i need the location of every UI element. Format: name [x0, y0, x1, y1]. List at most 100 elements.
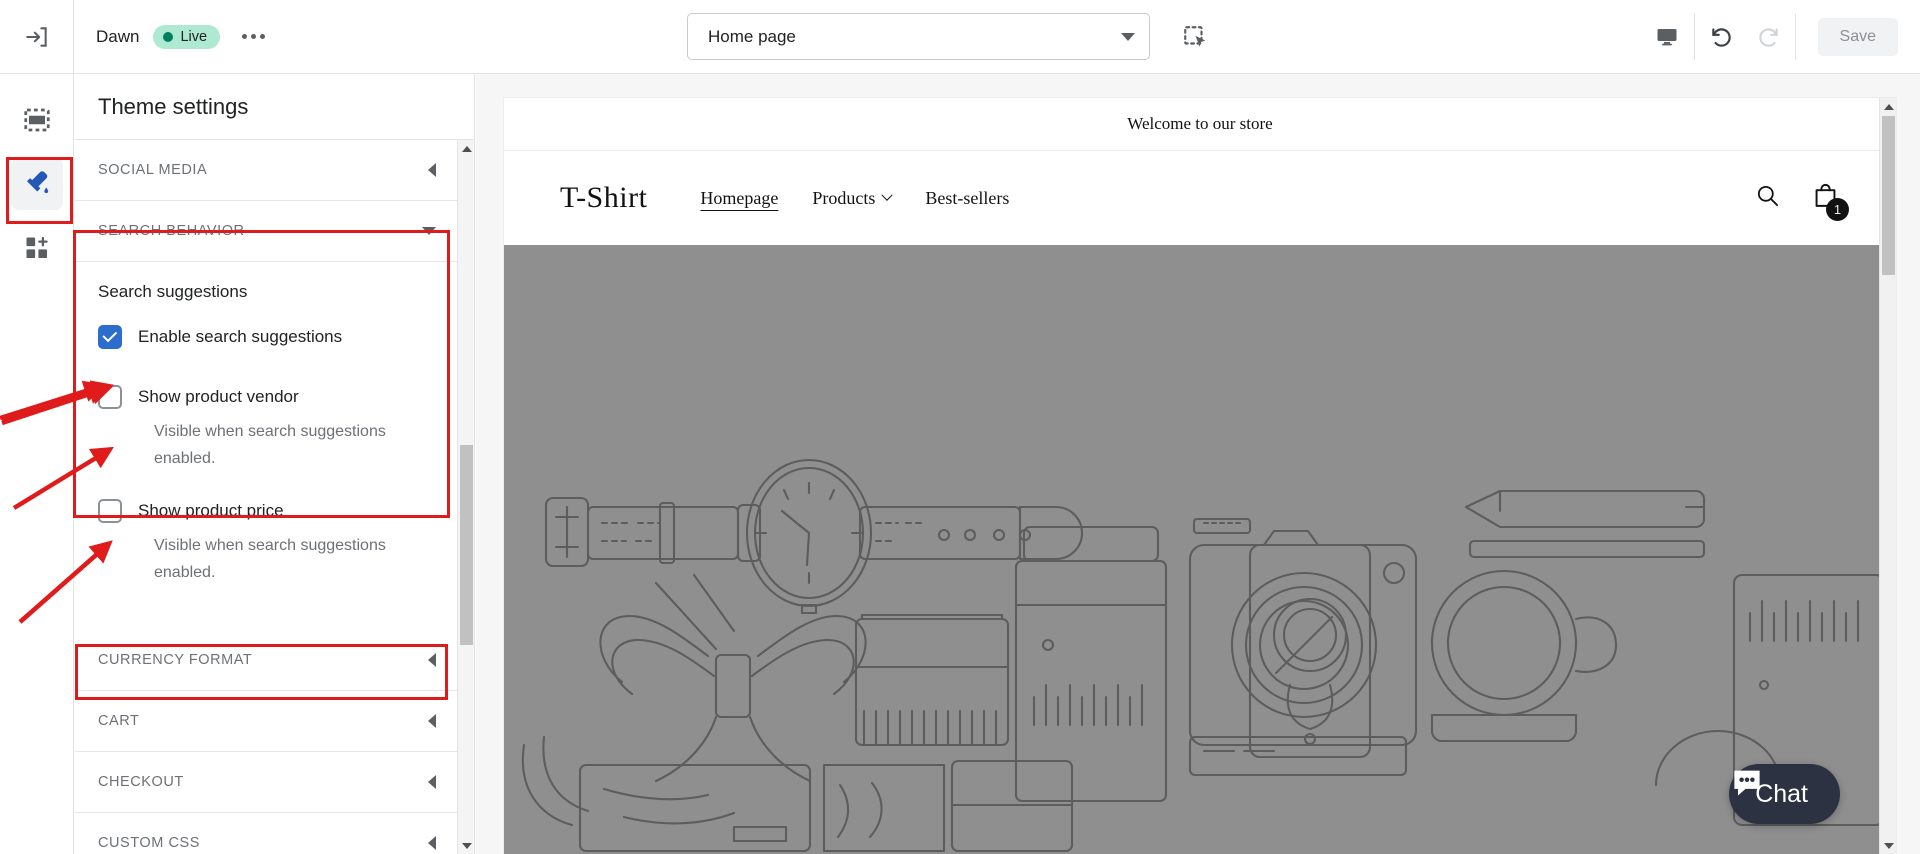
setting-help-text: Visible when search suggestions enabled. [154, 423, 386, 467]
ellipsis-icon [260, 34, 266, 39]
chat-bubble-icon [1734, 770, 1760, 796]
checkbox-label: Enable search suggestions [138, 327, 343, 346]
save-button[interactable]: Save [1817, 17, 1898, 56]
setting-show-product-vendor[interactable]: Show product vendor [98, 384, 451, 410]
top-bar: Dawn Live Home page Save [0, 0, 1920, 74]
ellipsis-icon [251, 34, 257, 39]
section-search-behavior[interactable]: SEARCH BEHAVIOR [75, 201, 474, 262]
scroll-up-arrow-icon [461, 145, 472, 152]
triangle-left-icon [428, 653, 436, 667]
divider [1693, 13, 1695, 60]
section-label: SEARCH BEHAVIOR [98, 223, 245, 239]
page-selector-value: Home page [708, 26, 796, 46]
undo-button[interactable] [1699, 14, 1745, 60]
placeholder-line-art [521, 458, 1886, 853]
checkbox-label: Show product price [138, 501, 284, 520]
preview-area: Welcome to our store T-Shirt Homepage Pr… [476, 74, 1920, 854]
theme-settings-panel: Theme settings SOCIAL MEDIA SEARCH BEHAV… [75, 74, 475, 854]
ellipsis-icon [242, 34, 248, 39]
chevron-down-icon [881, 189, 894, 201]
editor-rail [0, 74, 74, 854]
store-cart-button[interactable]: 1 [1811, 181, 1849, 221]
section-custom-css[interactable]: CUSTOM CSS [75, 813, 474, 854]
rail-item-apps[interactable] [11, 222, 63, 274]
nav-item-products[interactable]: Products [812, 187, 894, 209]
exit-editor-button[interactable] [0, 0, 74, 73]
exit-arrow-icon [25, 26, 47, 47]
apps-icon [26, 237, 48, 259]
redo-button[interactable] [1745, 14, 1791, 60]
panel-scrollbar[interactable] [457, 140, 474, 854]
theme-name: Dawn [96, 26, 140, 46]
inspect-tool-button[interactable] [1174, 16, 1216, 58]
status-label: Live [180, 28, 208, 45]
section-label: SOCIAL MEDIA [98, 162, 208, 178]
setting-help-text: Visible when search suggestions enabled. [154, 537, 386, 581]
triangle-left-icon [428, 775, 436, 789]
scroll-up-button[interactable] [1880, 98, 1896, 115]
store-header-actions: 1 [1754, 181, 1849, 221]
page-selector[interactable]: Home page [687, 13, 1150, 60]
triangle-left-icon [428, 714, 436, 728]
more-options-button[interactable] [234, 24, 273, 49]
checkbox-label: Show product vendor [138, 387, 299, 406]
scroll-up-arrow-icon [1883, 103, 1894, 110]
chevron-down-icon [1121, 32, 1135, 41]
store-nav: Homepage Products Best-sellers [700, 188, 1009, 209]
divider [1794, 13, 1796, 60]
search-icon [1757, 185, 1778, 206]
preview-scrollbar-thumb[interactable] [1882, 116, 1895, 275]
sections-icon [23, 108, 50, 132]
scroll-down-arrow-icon [461, 842, 472, 849]
rail-item-sections[interactable] [11, 94, 63, 146]
setting-show-product-price[interactable]: Show product price [98, 498, 451, 524]
nav-item-homepage[interactable]: Homepage [700, 188, 778, 209]
section-label: CUSTOM CSS [98, 835, 200, 851]
search-suggestions-heading: Search suggestions [98, 282, 248, 301]
theme-info: Dawn Live [74, 24, 273, 49]
page-selector-group: Home page [687, 13, 1216, 60]
search-behavior-content: Search suggestions Enable search suggest… [75, 262, 474, 630]
triangle-left-icon [428, 836, 436, 850]
scroll-up-button[interactable] [458, 140, 474, 157]
section-label: CART [98, 713, 140, 729]
section-social-media[interactable]: SOCIAL MEDIA [75, 140, 474, 201]
checkbox-show-product-vendor[interactable] [98, 385, 122, 409]
top-bar-actions: Save [1644, 0, 1920, 73]
triangle-left-icon [428, 163, 436, 177]
checkbox-show-product-price[interactable] [98, 499, 122, 523]
store-search-button[interactable] [1754, 182, 1781, 214]
status-badge: Live [153, 24, 221, 49]
scroll-down-button[interactable] [458, 837, 474, 854]
nav-item-best-sellers[interactable]: Best-sellers [925, 188, 1009, 209]
section-checkout[interactable]: CHECKOUT [75, 752, 474, 813]
undo-icon [1711, 27, 1731, 47]
hero-placeholder-image: Chat [504, 245, 1896, 854]
cart-count-badge: 1 [1826, 198, 1849, 221]
shopify-chat-button[interactable]: Chat [1729, 764, 1840, 824]
store-preview: Welcome to our store T-Shirt Homepage Pr… [504, 98, 1896, 854]
panel-body: SOCIAL MEDIA SEARCH BEHAVIOR Search sugg… [75, 140, 474, 854]
triangle-down-icon [422, 227, 436, 235]
checkbox-enable-search-suggestions[interactable] [98, 325, 122, 349]
section-cart[interactable]: CART [75, 691, 474, 752]
scroll-down-arrow-icon [1883, 842, 1894, 849]
rail-item-theme-settings[interactable] [10, 158, 63, 210]
status-dot-icon [163, 31, 174, 42]
panel-scrollbar-thumb[interactable] [460, 445, 473, 645]
nav-item-label: Products [812, 187, 876, 208]
desktop-icon [1657, 28, 1677, 45]
section-currency-format[interactable]: CURRENCY FORMAT [75, 630, 474, 691]
section-label: CURRENCY FORMAT [98, 652, 253, 668]
device-preview-button[interactable] [1644, 14, 1690, 60]
store-logo: T-Shirt [560, 181, 648, 214]
announcement-bar: Welcome to our store [504, 98, 1896, 151]
scroll-down-button[interactable] [1880, 837, 1896, 854]
panel-title: Theme settings [75, 74, 474, 140]
select-region-icon [1184, 25, 1206, 47]
store-header: T-Shirt Homepage Products Best-sellers 1 [504, 151, 1896, 245]
preview-scrollbar[interactable] [1879, 98, 1896, 854]
setting-enable-search-suggestions[interactable]: Enable search suggestions [98, 324, 451, 350]
redo-icon [1758, 27, 1778, 47]
section-label: CHECKOUT [98, 774, 184, 790]
